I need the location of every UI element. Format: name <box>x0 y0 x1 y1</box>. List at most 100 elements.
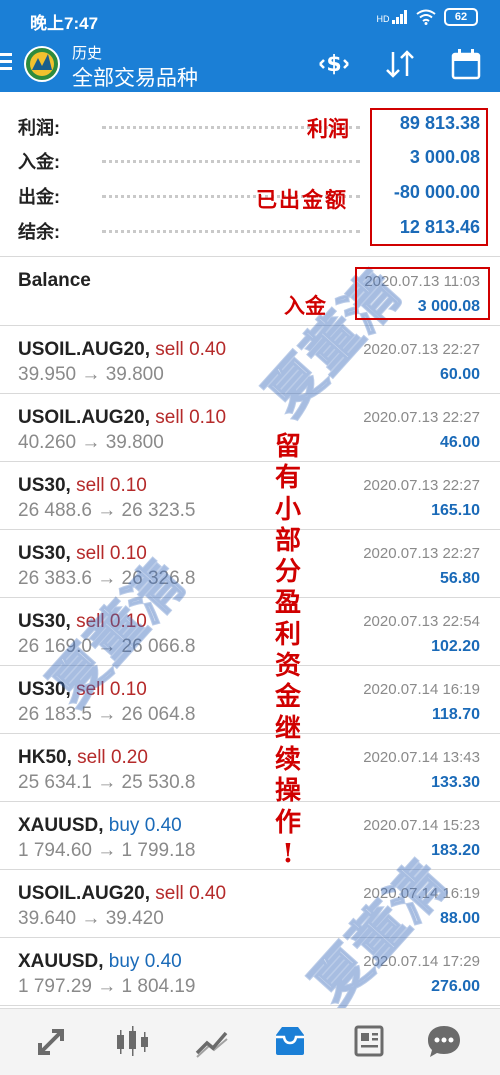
deal-symbol: US30, <box>18 679 71 700</box>
deal-prices: 39.640 → 39.420 <box>18 908 164 930</box>
symbol-filter[interactable]: 全部交易品种 <box>72 62 198 92</box>
deal-row[interactable]: US30, sell 0.10 26 383.6 → 26 326.8 2020.0… <box>0 530 500 598</box>
deal-symbol: USOIL.AUG20, <box>18 883 150 904</box>
deal-volume: 0.40 <box>189 339 227 360</box>
deal-profit: 183.20 <box>431 842 480 859</box>
annotation-profit: 利润 <box>307 116 349 141</box>
deal-header: US30, sell 0.10 <box>18 611 147 633</box>
summary-label: 利润: <box>18 118 60 138</box>
deal-profit: 46.00 <box>439 434 480 451</box>
deal-header: US30, sell 0.10 <box>18 679 147 701</box>
arrow-right-icon: → <box>97 636 117 657</box>
deal-volume: 0.20 <box>110 747 148 768</box>
deal-profit: 133.30 <box>431 774 480 791</box>
deal-row[interactable]: USOIL.AUG20, sell 0.40 39.640 → 39.420 202… <box>0 870 500 938</box>
deal-symbol: USOIL.AUG20, <box>18 339 150 360</box>
deal-close-price: 25 530.8 <box>121 772 196 793</box>
deal-prices: 26 383.6 → 26 326.8 <box>18 568 196 590</box>
deal-prices: 26 488.6 → 26 323.5 <box>18 500 196 522</box>
deal-row[interactable]: US30, sell 0.10 26 183.5 → 26 064.8 2020.0… <box>0 666 500 734</box>
deal-open-price: 26 488.6 <box>18 500 92 521</box>
deal-side: sell <box>76 679 105 700</box>
deal-symbol: XAUUSD, <box>18 951 104 972</box>
deal-prices: 26 169.0 → 26 066.8 <box>18 636 196 658</box>
menu-icon[interactable] <box>0 50 14 76</box>
deal-symbol: US30, <box>18 475 71 496</box>
annotation-withdrawn: 已出金额 <box>256 187 348 212</box>
deal-row[interactable]: XAUUSD, buy 0.40 1 797.29 → 1 804.19 2020.… <box>0 938 500 1006</box>
deal-date: 2020.07.14 15:23 <box>363 817 480 834</box>
quotes-candles-icon[interactable] <box>112 1021 152 1061</box>
deal-header: US30, sell 0.10 <box>18 475 147 497</box>
deal-date: 2020.07.13 22:27 <box>363 545 480 562</box>
deal-profit: 165.10 <box>431 502 480 519</box>
deal-prices: 1 794.60 → 1 799.18 <box>18 840 196 862</box>
trade-icon[interactable] <box>32 1021 72 1061</box>
deal-close-price: 39.420 <box>105 908 164 929</box>
annotation-box-deposit <box>355 267 490 320</box>
deal-profit: 88.00 <box>439 910 480 927</box>
deal-date: 2020.07.14 16:19 <box>363 681 480 698</box>
deal-close-price: 26 323.5 <box>121 500 196 521</box>
deal-date: 2020.07.13 22:54 <box>363 613 480 630</box>
deal-close-price: 26 326.8 <box>121 568 196 589</box>
app-bar: 历史 全部交易品种 $ <box>0 36 500 92</box>
deal-profit: 56.80 <box>439 570 480 587</box>
deal-symbol: USOIL.AUG20, <box>18 407 150 428</box>
deal-date: 2020.07.13 22:27 <box>363 409 480 426</box>
deal-side: sell <box>76 475 105 496</box>
deal-row[interactable]: USOIL.AUG20, sell 0.10 40.260 → 39.800 202… <box>0 394 500 462</box>
sort-icon[interactable] <box>380 44 420 84</box>
deal-row[interactable]: XAUUSD, buy 0.40 1 794.60 → 1 799.18 2020.… <box>0 802 500 870</box>
deal-date: 2020.07.14 13:43 <box>363 749 480 766</box>
deal-prices: 40.260 → 39.800 <box>18 432 164 454</box>
deal-close-price: 26 064.8 <box>121 704 196 725</box>
deal-date: 2020.07.13 22:27 <box>363 477 480 494</box>
annotation-box-summary <box>370 108 488 246</box>
summary-label: 出金: <box>18 187 60 207</box>
deal-volume: 0.40 <box>189 883 227 904</box>
deal-volume: 0.40 <box>144 815 182 836</box>
deal-open-price: 40.260 <box>18 432 77 453</box>
deal-row[interactable]: USOIL.AUG20, sell 0.40 39.950 → 39.800 202… <box>0 326 500 394</box>
deal-volume: 0.10 <box>109 475 147 496</box>
news-icon[interactable] <box>350 1021 390 1061</box>
chat-icon[interactable] <box>424 1021 464 1061</box>
deal-close-price: 26 066.8 <box>121 636 196 657</box>
svg-text:$: $ <box>326 52 341 77</box>
calendar-icon[interactable] <box>446 44 486 84</box>
dotted-leader <box>102 160 360 163</box>
deal-symbol: XAUUSD, <box>18 815 104 836</box>
battery-indicator: 62 <box>444 8 478 26</box>
deal-open-price: 26 383.6 <box>18 568 92 589</box>
deal-open-price: 26 169.0 <box>18 636 92 657</box>
deal-header: USOIL.AUG20, sell 0.40 <box>18 883 226 905</box>
deal-row[interactable]: US30, sell 0.10 26 169.0 → 26 066.8 2020.0… <box>0 598 500 666</box>
deal-side: sell <box>155 407 184 428</box>
currency-exchange-icon[interactable]: $ <box>314 44 354 84</box>
status-time: 晚上7:47 <box>30 14 99 33</box>
deal-header: XAUUSD, buy 0.40 <box>18 815 182 837</box>
deal-prices: 39.950 → 39.800 <box>18 364 164 386</box>
signal-icon: HD <box>376 10 408 24</box>
deal-row[interactable]: US30, sell 0.10 26 488.6 → 26 323.5 2020.0… <box>0 462 500 530</box>
deal-symbol: US30, <box>18 611 71 632</box>
wifi-icon <box>416 9 436 25</box>
deal-date: 2020.07.14 16:19 <box>363 885 480 902</box>
arrow-right-icon: → <box>81 364 101 385</box>
deal-open-price: 39.640 <box>18 908 77 929</box>
dotted-leader <box>102 230 360 233</box>
deal-volume: 0.10 <box>189 407 227 428</box>
deal-prices: 1 797.29 → 1 804.19 <box>18 976 196 998</box>
annotation-deposit: 入金 <box>284 293 326 318</box>
chart-icon[interactable] <box>192 1021 232 1061</box>
deal-profit: 102.20 <box>431 638 480 655</box>
deal-side: sell <box>77 747 106 768</box>
history-inbox-icon[interactable] <box>270 1021 310 1061</box>
arrow-right-icon: → <box>81 432 101 453</box>
deal-open-price: 1 794.60 <box>18 840 92 861</box>
deal-side: buy <box>108 951 140 972</box>
signal-label: HD <box>376 14 390 24</box>
deal-row[interactable]: HK50, sell 0.20 25 634.1 → 25 530.8 2020.0… <box>0 734 500 802</box>
deal-symbol: HK50, <box>18 747 72 768</box>
